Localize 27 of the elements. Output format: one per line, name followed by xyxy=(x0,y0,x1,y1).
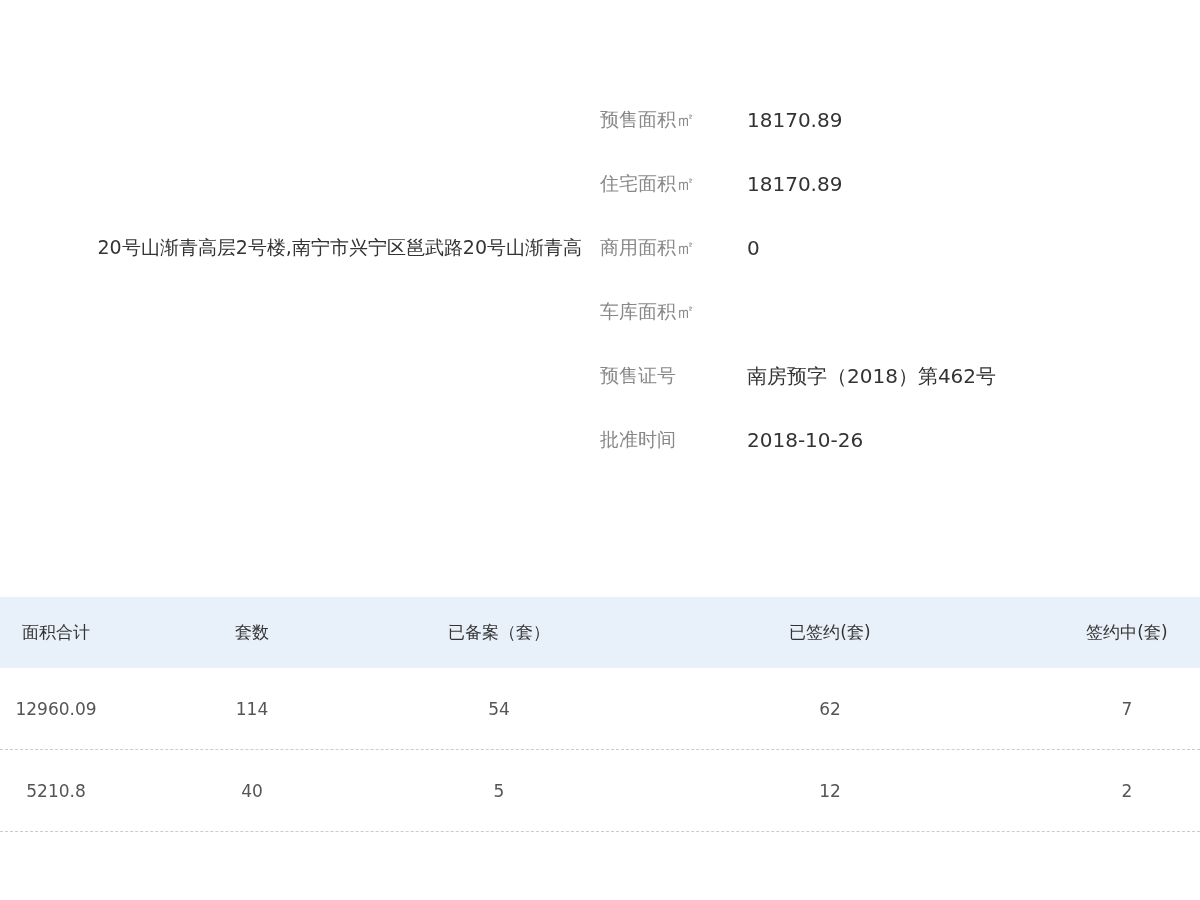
detail-value: 18170.89 xyxy=(747,172,843,196)
table-cell: 54 xyxy=(488,698,510,719)
column-header: 已备案（套） xyxy=(448,622,550,642)
detail-value: 18170.89 xyxy=(747,108,843,132)
table-cell: 12960.09 xyxy=(15,698,97,719)
table-cell: 5 xyxy=(493,780,505,801)
detail-value: 0 xyxy=(747,236,760,260)
detail-label: 住宅面积㎡ xyxy=(600,171,696,196)
detail-label: 预售面积㎡ xyxy=(600,107,696,132)
column-header: 已签约(套) xyxy=(789,622,871,642)
column-header: 面积合计 xyxy=(22,622,90,642)
detail-label: 批准时间 xyxy=(600,427,677,452)
table-cell: 114 xyxy=(235,698,269,719)
address-text: 20号山渐青高层2号楼,南宁市兴宁区邕武路20号山渐青高 xyxy=(97,235,582,260)
detail-value: 2018-10-26 xyxy=(747,428,864,452)
detail-label: 预售证号 xyxy=(600,363,677,388)
column-header: 套数 xyxy=(235,622,269,642)
detail-value: 南房预字（2018）第462号 xyxy=(747,362,997,390)
table-cell: 7 xyxy=(1121,698,1133,719)
table-cell: 40 xyxy=(241,780,263,801)
table-cell: 2 xyxy=(1121,780,1133,801)
detail-label: 商用面积㎡ xyxy=(600,235,696,260)
table-cell: 62 xyxy=(819,698,841,719)
table-cell: 12 xyxy=(819,780,841,801)
column-header: 签约中(套) xyxy=(1086,622,1168,642)
detail-label: 车库面积㎡ xyxy=(600,299,696,324)
table-cell: 5210.8 xyxy=(26,780,86,801)
